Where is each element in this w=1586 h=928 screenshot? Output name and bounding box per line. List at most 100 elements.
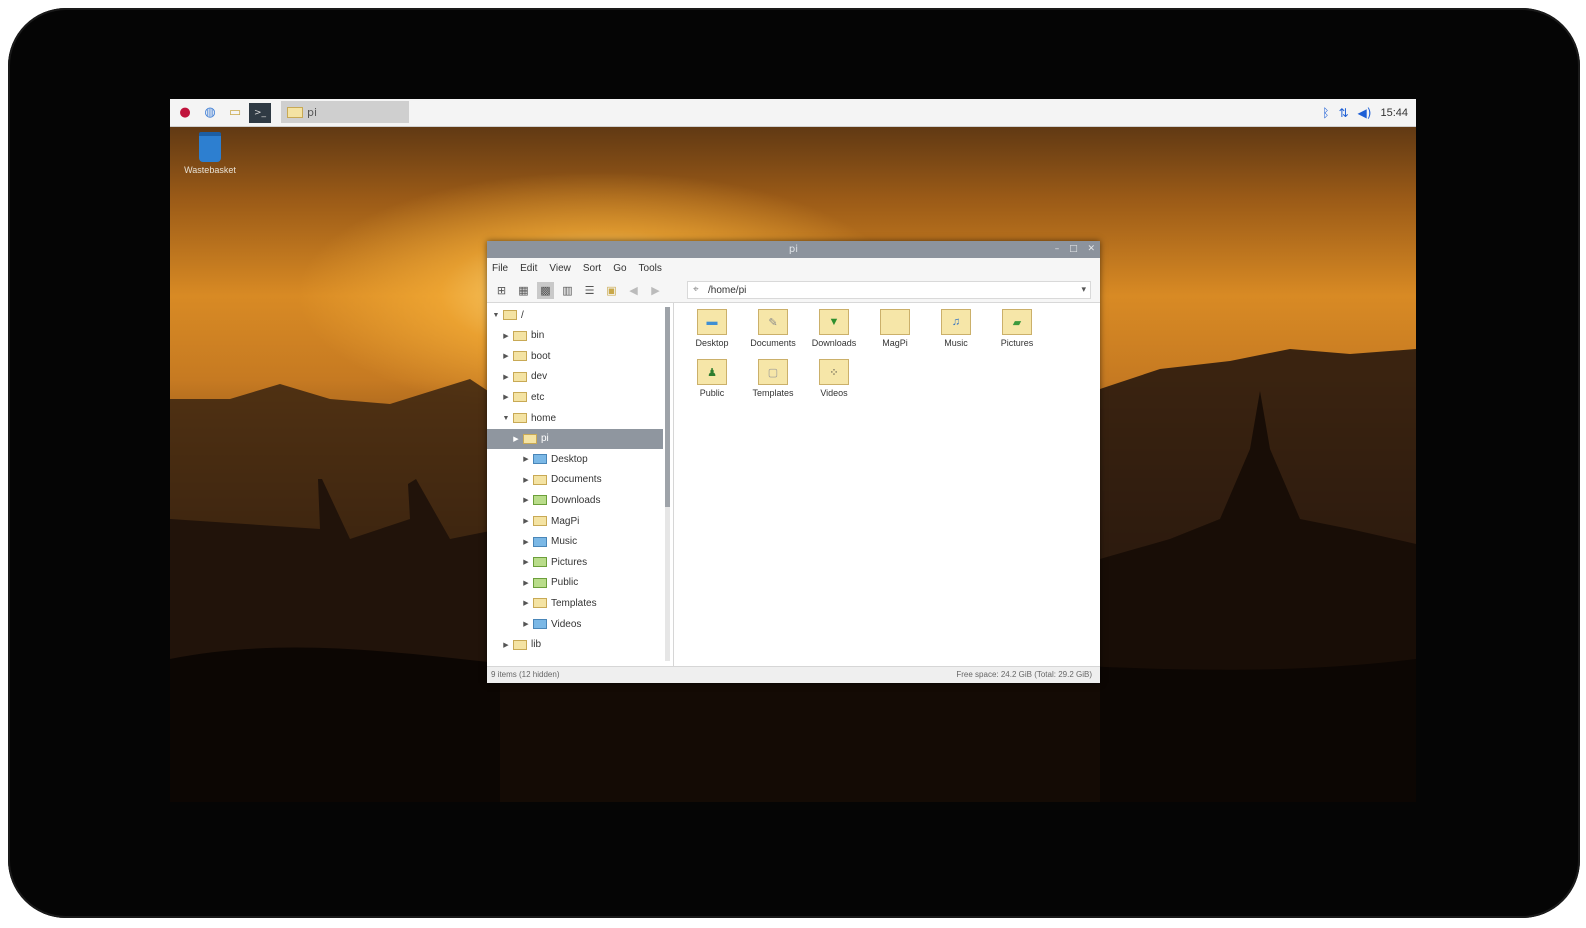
clock[interactable]: 15:44	[1380, 107, 1408, 119]
file-item[interactable]: ▢ Templates	[743, 359, 803, 398]
tree-row-label: Videos	[551, 618, 582, 630]
desktop-folder-icon: ▬	[697, 309, 727, 335]
address-text: /home/pi	[708, 284, 747, 296]
tree-row-label: pi	[541, 433, 549, 445]
folder-icon	[533, 577, 547, 588]
home-folder-icon[interactable]: ▣	[603, 282, 620, 299]
file-item[interactable]: ♫ Music	[926, 309, 986, 348]
file-item[interactable]: ▼ Downloads	[804, 309, 864, 348]
file-item-label: Desktop	[695, 338, 729, 348]
expander-closed-icon[interactable]: ▶	[521, 517, 531, 525]
expander-open-icon[interactable]: ▼	[501, 415, 511, 422]
expander-closed-icon[interactable]: ▶	[501, 332, 511, 340]
bluetooth-icon[interactable]: ᛒ	[1322, 106, 1329, 120]
file-item[interactable]: ▰ Pictures	[987, 309, 1047, 348]
templates-folder-icon: ▢	[758, 359, 788, 385]
tree-row-label: Pictures	[551, 556, 588, 568]
list-view-icon[interactable]: ☰	[581, 282, 598, 299]
compact-view-icon[interactable]: ▥	[559, 282, 576, 299]
desktop-trash[interactable]: Wastebasket	[180, 132, 240, 175]
file-item[interactable]: ▬ Desktop	[682, 309, 742, 348]
file-item[interactable]: ♟ Public	[682, 359, 742, 398]
tree-row-label: lib	[531, 639, 542, 651]
pane-divider[interactable]	[673, 303, 674, 667]
volume-icon[interactable]: ◀)	[1358, 106, 1372, 120]
tree-row[interactable]: ▶ Templates	[487, 593, 663, 613]
forward-arrow-icon[interactable]: ▶	[647, 282, 664, 299]
file-item-label: MagPi	[882, 338, 908, 348]
thumbnail-view-icon[interactable]: ▩	[537, 281, 554, 299]
tree-scrollbar[interactable]	[665, 307, 670, 661]
tree-scrollbar-thumb[interactable]	[665, 307, 670, 507]
tree-row-label: Public	[551, 577, 579, 589]
expander-closed-icon[interactable]: ▶	[501, 352, 511, 360]
file-item-label: Downloads	[811, 338, 857, 348]
new-window-icon[interactable]: ⊞	[493, 282, 510, 299]
tree-row[interactable]: ▼ home	[487, 408, 663, 428]
file-item[interactable]: ⁘ Videos	[804, 359, 864, 398]
trash-icon	[199, 132, 221, 162]
file-item-label: Templates	[752, 388, 794, 398]
desktop-screen: ● ◍ ▭ >_ pi ᛒ ⇅ ◀) 15:44 Wastebasket pi …	[170, 99, 1416, 802]
tree-row[interactable]: ▶ etc	[487, 387, 663, 407]
tree-row[interactable]: ▶ MagPi	[487, 511, 663, 531]
browser-globe-icon[interactable]: ◍	[199, 103, 221, 123]
tree-row[interactable]: ▶ Desktop	[487, 449, 663, 469]
tree-row[interactable]: ▶ dev	[487, 367, 663, 387]
tree-row[interactable]: ▶ Downloads	[487, 490, 663, 510]
tree-row[interactable]: ▶ Videos	[487, 614, 663, 634]
expander-closed-icon[interactable]: ▶	[501, 393, 511, 401]
tree-row[interactable]: ▶ Documents	[487, 470, 663, 490]
expander-closed-icon[interactable]: ▶	[511, 435, 521, 443]
icon-view-icon[interactable]: ▦	[515, 282, 532, 299]
back-arrow-icon[interactable]: ◀	[625, 282, 642, 299]
expander-closed-icon[interactable]: ▶	[501, 641, 511, 649]
tree-row[interactable]: ▼ /	[487, 305, 663, 325]
status-free-space: Free space: 24.2 GiB (Total: 29.2 GiB)	[956, 670, 1092, 679]
folder-icon	[533, 619, 547, 629]
raspberry-menu-icon[interactable]: ●	[174, 103, 196, 123]
chevron-down-icon[interactable]: ▾	[1081, 284, 1086, 295]
tree-row[interactable]: ▶ boot	[487, 346, 663, 366]
file-item[interactable]: MagPi	[865, 309, 925, 348]
network-icon[interactable]: ⇅	[1338, 106, 1348, 120]
tree-row[interactable]: ▶ Public	[487, 573, 663, 593]
downloads-folder-icon: ▼	[819, 309, 849, 335]
tree-row[interactable]: ▶ pi	[487, 428, 663, 449]
folder-icon	[533, 557, 547, 568]
menu-edit[interactable]: Edit	[520, 263, 537, 274]
file-manager-icon[interactable]: ▭	[224, 103, 246, 123]
folder-icon	[513, 351, 527, 362]
tree-row[interactable]: ▶ lib	[487, 635, 663, 655]
menu-sort[interactable]: Sort	[583, 263, 601, 274]
folder-icon	[533, 536, 547, 547]
expander-closed-icon[interactable]: ▶	[521, 558, 531, 566]
taskbar-task-pi[interactable]: pi	[281, 101, 409, 123]
maximize-icon[interactable]: □	[1069, 244, 1078, 254]
expander-closed-icon[interactable]: ▶	[521, 620, 531, 628]
tree-row[interactable]: ▶ Pictures	[487, 552, 663, 572]
menu-go[interactable]: Go	[613, 263, 626, 274]
tree-row[interactable]: ▶ Music	[487, 532, 663, 552]
expander-closed-icon[interactable]: ▶	[501, 373, 511, 381]
expander-open-icon[interactable]: ▼	[491, 312, 501, 319]
file-item[interactable]: ✎ Documents	[743, 309, 803, 348]
tree-row[interactable]: ▶ bin	[487, 326, 663, 346]
file-item-label: Music	[944, 338, 968, 348]
terminal-icon[interactable]: >_	[249, 102, 271, 123]
minimize-icon[interactable]: –	[1055, 244, 1060, 254]
close-icon[interactable]: ✕	[1087, 244, 1095, 254]
menu-view[interactable]: View	[549, 263, 571, 274]
menu-file[interactable]: File	[492, 263, 508, 274]
expander-closed-icon[interactable]: ▶	[521, 455, 531, 463]
expander-closed-icon[interactable]: ▶	[521, 476, 531, 484]
expander-closed-icon[interactable]: ▶	[521, 599, 531, 607]
address-bar[interactable]: ⌖ /home/pi ▾	[687, 281, 1091, 299]
expander-closed-icon[interactable]: ▶	[521, 538, 531, 546]
folder-icon	[533, 598, 547, 609]
window-titlebar[interactable]: pi – □ ✕	[487, 241, 1100, 258]
expander-closed-icon[interactable]: ▶	[521, 579, 531, 587]
expander-closed-icon[interactable]: ▶	[521, 496, 531, 504]
menu-tools[interactable]: Tools	[639, 263, 662, 274]
folder-icon	[533, 516, 547, 526]
